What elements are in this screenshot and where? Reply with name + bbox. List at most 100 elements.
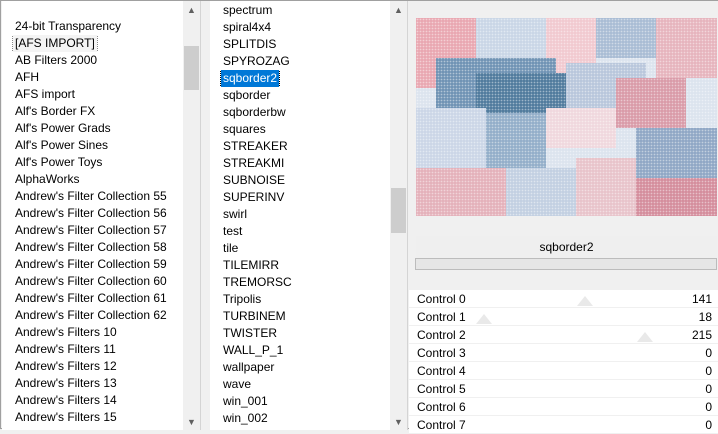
category-item[interactable]: AB Filters 2000 [2, 52, 183, 69]
filter-item[interactable]: TWISTER [210, 325, 390, 342]
category-item[interactable]: AFS import [2, 86, 183, 103]
category-item[interactable]: Andrew's Filters 14 [2, 392, 183, 409]
filter-item-label: TURBINEM [223, 309, 286, 323]
splitter[interactable] [201, 1, 210, 430]
category-item[interactable]: Alf's Power Sines [2, 137, 183, 154]
chevron-up-icon[interactable]: ▲ [390, 1, 407, 18]
filter-scroll-thumb[interactable] [391, 188, 406, 233]
control-row: Control 6 0 [409, 398, 718, 416]
category-item[interactable]: Andrew's Filters 13 [2, 375, 183, 392]
category-list[interactable]: 24-bit Transparency [AFS IMPORT] AB Filter… [2, 1, 201, 430]
filter-item-label: SPLITDIS [223, 37, 277, 51]
category-scrollbar[interactable]: ▲ ▼ [183, 1, 200, 430]
chevron-down-icon[interactable]: ▼ [183, 413, 200, 430]
slider-thumb[interactable] [576, 296, 593, 306]
category-item[interactable]: Andrew's Filter Collection 62 [2, 307, 183, 324]
control-slider[interactable] [469, 326, 678, 344]
filter-item[interactable]: wave [210, 376, 390, 393]
category-item[interactable]: Andrew's Filter Collection 56 [2, 205, 183, 222]
filter-list[interactable]: spectrum spiral4x4 SPLITDIS SPYROZAG sqborde… [210, 1, 408, 430]
slider-thumb[interactable] [475, 314, 492, 324]
control-value: 0 [705, 400, 712, 414]
category-item-label: Andrew's Filter Collection 57 [15, 223, 167, 237]
filter-item[interactable]: TREMORSC [210, 274, 390, 291]
category-item[interactable]: Alf's Border FX [2, 103, 183, 120]
filter-item[interactable]: win_001 [210, 393, 390, 410]
category-item[interactable]: Andrew's Filter Collection 61 [2, 290, 183, 307]
filter-item[interactable]: TILEMIRR [210, 257, 390, 274]
filter-item-label: STREAKMI [223, 156, 285, 170]
filter-item[interactable]: sqborder [210, 87, 390, 104]
filter-item[interactable]: SPYROZAG [210, 53, 390, 70]
filter-item-label: Tripolis [223, 292, 262, 306]
filter-item[interactable]: WALL_P_1 [210, 342, 390, 359]
filter-item[interactable]: swirl [210, 206, 390, 223]
preview-artwork [416, 18, 717, 216]
category-item[interactable]: Andrew's Filters 11 [2, 341, 183, 358]
filter-item[interactable]: tile [210, 240, 390, 257]
category-item[interactable]: 24-bit Transparency [2, 18, 183, 35]
chevron-up-icon[interactable]: ▲ [183, 1, 200, 18]
filter-item-label: sqborder2 [219, 70, 281, 87]
control-label: Control 3 [417, 346, 466, 360]
slider-thumb[interactable] [637, 332, 654, 342]
control-slider[interactable] [469, 398, 678, 416]
category-item[interactable]: Andrew's Filters 12 [2, 358, 183, 375]
category-item-label: Andrew's Filters 15 [15, 410, 117, 424]
chevron-down-icon[interactable]: ▼ [390, 413, 407, 430]
category-item-label: [AFS IMPORT] [12, 35, 98, 52]
filter-browser-window: 24-bit Transparency [AFS IMPORT] AB Filter… [0, 0, 718, 434]
category-item-label: AFS import [15, 87, 76, 101]
category-scroll-thumb[interactable] [184, 46, 199, 90]
filter-scrollbar[interactable]: ▲ ▼ [390, 1, 407, 430]
control-value: 215 [691, 328, 712, 342]
category-item[interactable]: [AFS IMPORT] [2, 35, 183, 52]
category-item[interactable]: Alf's Power Grads [2, 120, 183, 137]
filter-item[interactable]: SUBNOISE [210, 172, 390, 189]
control-slider[interactable] [469, 416, 678, 434]
control-slider[interactable] [469, 290, 678, 308]
category-item-label: Andrew's Filters 12 [15, 359, 117, 373]
filter-item[interactable]: sqborderbw [210, 104, 390, 121]
filter-item[interactable]: test [210, 223, 390, 240]
category-item[interactable]: Andrew's Filters 10 [2, 324, 183, 341]
filter-item[interactable]: STREAKER [210, 138, 390, 155]
control-slider[interactable] [469, 308, 678, 326]
preview-panel: sqborder2 Control 0 141 Control 1 18 Control… [409, 1, 718, 434]
category-item[interactable]: Andrew's Filter Collection 60 [2, 273, 183, 290]
control-slider[interactable] [469, 380, 678, 398]
category-item[interactable]: AFH [2, 69, 183, 86]
control-label: Control 1 [417, 310, 466, 324]
filter-item[interactable]: Tripolis [210, 291, 390, 308]
category-item[interactable]: Alf's Power Toys [2, 154, 183, 171]
filter-item[interactable]: STREAKMI [210, 155, 390, 172]
filter-item[interactable]: win_002 [210, 410, 390, 427]
category-item-label: Andrew's Filters 13 [15, 376, 117, 390]
category-item[interactable]: Andrew's Filters 15 [2, 409, 183, 426]
control-value: 18 [698, 310, 712, 324]
filter-item[interactable]: wallpaper [210, 359, 390, 376]
filter-item[interactable]: SUPERINV [210, 189, 390, 206]
category-item[interactable]: AlphaWorks [2, 171, 183, 188]
category-item[interactable]: Andrew's Filter Collection 59 [2, 256, 183, 273]
controls-list: Control 0 141 Control 1 18 Control 2 215 Contr… [409, 290, 718, 434]
category-item[interactable]: Andrew's Filter Collection 57 [2, 222, 183, 239]
control-value: 0 [705, 382, 712, 396]
filter-item[interactable]: spectrum [210, 2, 390, 19]
filter-item-label: win_001 [223, 394, 268, 408]
category-item-label: AFH [15, 70, 39, 84]
filter-item[interactable]: squares [210, 121, 390, 138]
filter-item[interactable]: TURBINEM [210, 308, 390, 325]
filter-item-label: win_002 [223, 411, 268, 425]
category-item[interactable]: Andrew's Filter Collection 58 [2, 239, 183, 256]
filter-item-label: sqborder [223, 88, 271, 102]
filter-item-label: TREMORSC [223, 275, 292, 289]
category-item-label: Andrew's Filters 14 [15, 393, 117, 407]
filter-item[interactable]: sqborder2 [210, 70, 390, 87]
filter-item[interactable]: SPLITDIS [210, 36, 390, 53]
filter-item[interactable]: spiral4x4 [210, 19, 390, 36]
category-item[interactable]: Andrew's Filter Collection 55 [2, 188, 183, 205]
category-item-label: Andrew's Filter Collection 55 [15, 189, 167, 203]
control-slider[interactable] [469, 362, 678, 380]
control-slider[interactable] [469, 344, 678, 362]
